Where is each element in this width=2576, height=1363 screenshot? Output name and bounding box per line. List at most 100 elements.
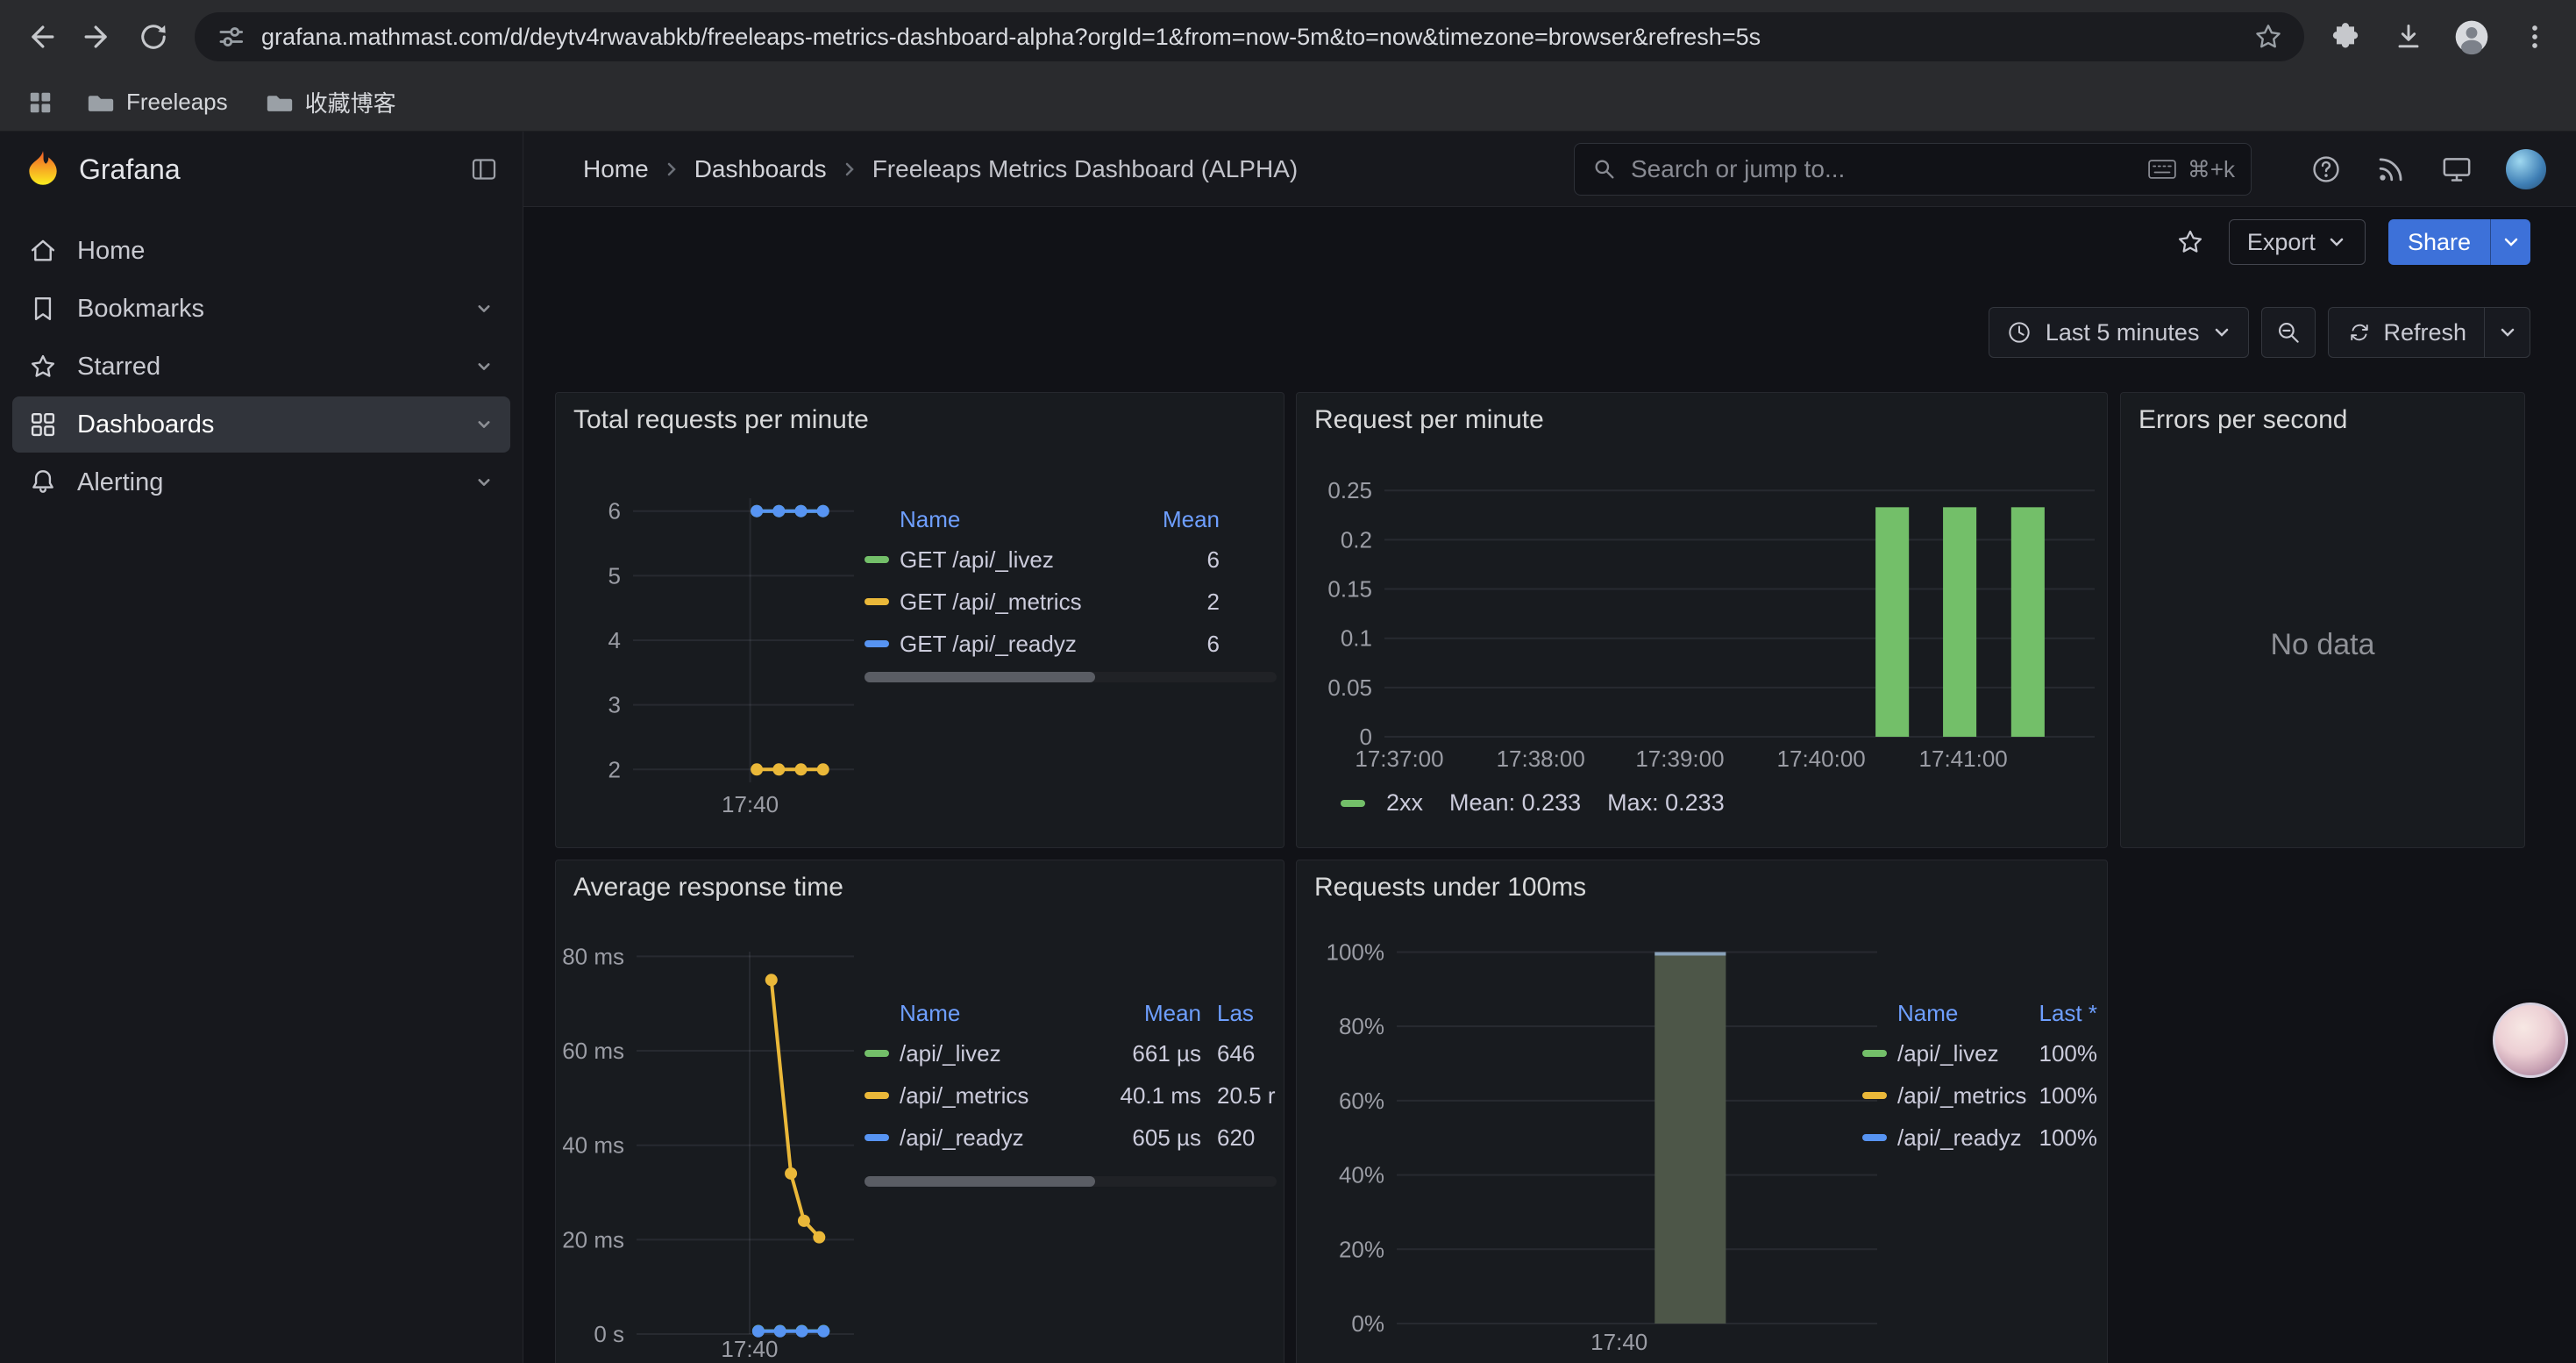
sidebar-item-starred[interactable]: Starred <box>12 339 510 395</box>
svg-text:17:37:00: 17:37:00 <box>1355 746 1443 770</box>
svg-text:5: 5 <box>608 562 621 589</box>
series-name[interactable]: /api/_livez <box>900 1040 1087 1067</box>
legend-row[interactable]: GET /api/_metrics 2 <box>865 581 1220 623</box>
bookmarks-bar: Freeleaps 收藏博客 <box>0 74 2576 132</box>
bookmark-star-icon[interactable] <box>2252 20 2285 54</box>
breadcrumb-home[interactable]: Home <box>583 155 649 183</box>
breadcrumb-dashboards[interactable]: Dashboards <box>694 155 827 183</box>
panel-title[interactable]: Average response time <box>556 860 1284 915</box>
panel-title[interactable]: Errors per second <box>2121 393 2524 447</box>
zoom-out-button[interactable] <box>2261 307 2316 358</box>
series-color-swatch <box>865 556 889 563</box>
help-icon[interactable] <box>2309 153 2343 186</box>
header-icons <box>2309 132 2546 207</box>
legend-header-mean[interactable]: Mean <box>1087 1000 1201 1027</box>
legend-header-name[interactable]: Name <box>900 506 1158 533</box>
svg-text:17:39:00: 17:39:00 <box>1635 746 1724 770</box>
legend-header-last[interactable]: Last * <box>2039 1000 2098 1027</box>
bookmark-item-blogs[interactable]: 收藏博客 <box>253 82 409 122</box>
extensions-button[interactable] <box>2320 11 2371 62</box>
legend-header-last[interactable]: Las <box>1201 1000 1284 1027</box>
chevron-down-icon <box>472 470 496 495</box>
refresh-interval-button[interactable] <box>2484 308 2530 357</box>
downloads-button[interactable] <box>2383 11 2434 62</box>
scrollbar-thumb[interactable] <box>865 1176 1095 1187</box>
series-name[interactable]: GET /api/_readyz <box>900 631 1158 658</box>
legend-row[interactable]: /api/_livez 100% <box>1862 1032 2097 1074</box>
rss-icon[interactable] <box>2374 153 2408 186</box>
series-last: 620 <box>1201 1124 1284 1152</box>
legend-row[interactable]: /api/_livez 661 µs 646 <box>865 1032 1284 1074</box>
url-bar[interactable]: grafana.mathmast.com/d/deytv4rwavabkb/fr… <box>195 12 2304 61</box>
sidebar-item-alerting[interactable]: Alerting <box>12 454 510 510</box>
sidebar-item-bookmarks[interactable]: Bookmarks <box>12 281 510 337</box>
favorite-star-icon[interactable] <box>2174 226 2206 258</box>
legend-header-name[interactable]: Name <box>1897 1000 2039 1027</box>
browser-forward-button[interactable] <box>72 11 123 62</box>
legend-header-row: Name Mean <box>865 500 1220 539</box>
legend-header-mean[interactable]: Mean <box>1158 506 1220 533</box>
share-button[interactable]: Share <box>2388 219 2490 265</box>
series-color-swatch <box>865 598 889 605</box>
svg-text:0.25: 0.25 <box>1327 477 1372 503</box>
site-settings-icon[interactable] <box>214 20 247 54</box>
search-input[interactable]: Search or jump to... ⌘+k <box>1574 143 2252 196</box>
series-color-swatch <box>865 1050 889 1057</box>
panel-title[interactable]: Total requests per minute <box>556 393 1284 447</box>
scrollbar-thumb[interactable] <box>865 672 1095 682</box>
panel-average-response-time: Average response time 80 ms60 ms40 ms20 … <box>555 860 1284 1363</box>
legend-header-name[interactable]: Name <box>900 1000 1087 1027</box>
browser-menu-button[interactable] <box>2509 11 2560 62</box>
sidebar-item-home[interactable]: Home <box>12 223 510 279</box>
legend-row[interactable]: /api/_readyz 100% <box>1862 1117 2097 1159</box>
svg-text:2: 2 <box>608 756 621 782</box>
monitor-icon[interactable] <box>2439 152 2474 187</box>
export-button[interactable]: Export <box>2229 219 2366 265</box>
browser-back-button[interactable] <box>16 11 67 62</box>
series-max-stat: Max: 0.233 <box>1607 789 1725 817</box>
series-color-swatch <box>1862 1134 1887 1141</box>
sidebar-item-dashboards[interactable]: Dashboards <box>12 396 510 453</box>
sidebar-item-label: Bookmarks <box>77 295 204 324</box>
series-name[interactable]: GET /api/_metrics <box>900 589 1158 616</box>
series-name[interactable]: GET /api/_livez <box>900 546 1158 574</box>
panel-title[interactable]: Request per minute <box>1297 393 2107 447</box>
share-menu-button[interactable] <box>2490 219 2530 265</box>
sidebar-item-label: Home <box>77 237 145 266</box>
floating-avatar-button[interactable] <box>2493 1003 2568 1078</box>
bookmark-item-freeleaps[interactable]: Freeleaps <box>74 84 240 121</box>
legend-series[interactable]: 2xx <box>1341 789 1423 817</box>
star-icon <box>26 350 60 383</box>
user-avatar[interactable] <box>2506 149 2546 189</box>
legend-row[interactable]: GET /api/_livez 6 <box>865 539 1220 581</box>
legend-row[interactable]: /api/_readyz 605 µs 620 <box>865 1117 1284 1159</box>
grafana-logo[interactable] <box>23 149 63 189</box>
svg-text:4: 4 <box>608 627 621 653</box>
series-name[interactable]: /api/_metrics <box>900 1082 1087 1110</box>
browser-reload-button[interactable] <box>128 11 179 62</box>
panel-title[interactable]: Requests under 100ms <box>1297 860 2107 915</box>
legend-row[interactable]: GET /api/_readyz 6 <box>865 623 1220 665</box>
series-name[interactable]: 2xx <box>1386 789 1423 817</box>
series-name[interactable]: /api/_metrics <box>1897 1082 2039 1110</box>
series-name[interactable]: /api/_livez <box>1897 1040 2039 1067</box>
search-placeholder: Search or jump to... <box>1631 155 1845 183</box>
series-name[interactable]: /api/_readyz <box>1897 1124 2039 1152</box>
profile-avatar-icon <box>2452 18 2491 56</box>
time-range-picker[interactable]: Last 5 minutes <box>1989 307 2250 358</box>
refresh-button[interactable]: Refresh <box>2329 308 2484 357</box>
side-panel-button[interactable] <box>19 82 61 124</box>
chevron-right-icon <box>839 159 860 180</box>
legend-row[interactable]: /api/_metrics 100% <box>1862 1074 2097 1117</box>
series-name[interactable]: /api/_readyz <box>900 1124 1087 1152</box>
sidebar-collapse-button[interactable] <box>468 153 500 185</box>
chevron-down-icon <box>2326 232 2347 253</box>
legend-row[interactable]: /api/_metrics 40.1 ms 20.5 r <box>865 1074 1284 1117</box>
browser-toolbar-right <box>2320 11 2560 62</box>
bell-icon <box>26 466 60 499</box>
series-color-swatch <box>865 640 889 647</box>
browser-profile-button[interactable] <box>2446 11 2497 62</box>
bar-chart: 0.250.20.150.10.05017:37:0017:38:0017:39… <box>1304 463 2102 770</box>
series-last: 100% <box>2039 1124 2098 1152</box>
bar-chart: 100%80%60%40%20%0%17:40 <box>1304 931 1882 1363</box>
